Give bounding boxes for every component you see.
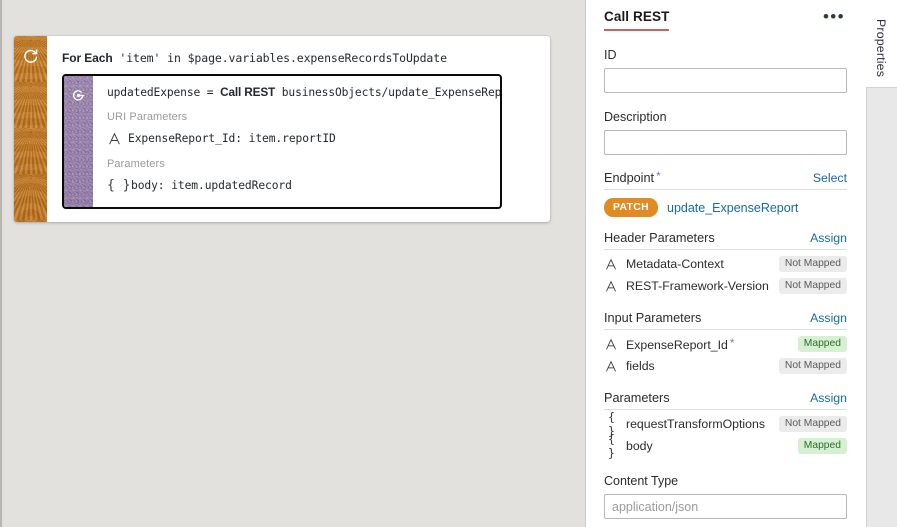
header-parameters-section-header: Header Parameters Assign xyxy=(604,231,847,250)
endpoint-value-row: PATCH update_ExpenseReport xyxy=(604,198,847,217)
mapping-status-badge: Not Mapped xyxy=(778,357,847,375)
required-indicator: * xyxy=(656,169,661,183)
properties-panel: Call REST ••• ID Description Endpoint * S… xyxy=(585,0,865,527)
for-each-title: For Each 'item' in $page.variables.expen… xyxy=(62,51,447,65)
string-type-icon xyxy=(107,132,121,146)
call-rest-endpoint-path: businessObjects/update_ExpenseReport xyxy=(275,86,502,99)
parameters-section-header: Parameters Assign xyxy=(604,391,847,410)
call-rest-result-variable: updatedExpense = xyxy=(107,86,221,99)
call-rest-body: updatedExpense = Call REST businessObjec… xyxy=(93,76,502,207)
id-input[interactable] xyxy=(604,68,847,93)
properties-header: Call REST ••• xyxy=(604,0,847,31)
string-type-icon xyxy=(604,360,618,373)
call-rest-headline: updatedExpense = Call REST businessObjec… xyxy=(107,85,502,99)
mapping-status-badge: Not Mapped xyxy=(778,255,847,273)
assign-input-parameters-button[interactable]: Assign xyxy=(810,311,847,325)
select-endpoint-button[interactable]: Select xyxy=(813,171,847,185)
header-parameters-list: Metadata-Context Not Mapped REST-Framewo… xyxy=(604,253,847,297)
parameter-name: fields xyxy=(626,359,655,373)
assign-header-parameters-button[interactable]: Assign xyxy=(810,231,847,245)
parameters-label: Parameters xyxy=(604,391,670,405)
loop-icon xyxy=(14,44,47,66)
required-indicator: * xyxy=(729,336,735,350)
parameter-name: Metadata-Context xyxy=(626,257,724,271)
for-each-action-card[interactable]: For Each 'item' in $page.variables.expen… xyxy=(14,36,550,222)
parameter-row[interactable]: REST-Framework-Version Not Mapped xyxy=(604,275,847,297)
endpoint-name-link[interactable]: update_ExpenseReport xyxy=(667,201,798,215)
string-type-icon xyxy=(604,338,618,351)
tab-call-rest[interactable]: Call REST xyxy=(604,9,670,31)
parameters-list: { } requestTransformOptions Not Mapped {… xyxy=(604,410,847,460)
for-each-expression: 'item' in $page.variables.expenseRecords… xyxy=(112,51,447,65)
parameter-row[interactable]: ExpenseReport_Id * Mapped xyxy=(604,333,847,355)
call-rest-accent-stripe xyxy=(64,76,93,207)
string-type-icon xyxy=(604,258,618,271)
endpoint-label: Endpoint * xyxy=(604,169,661,185)
description-field-label: Description xyxy=(604,110,667,124)
input-parameters-section-header: Input Parameters Assign xyxy=(604,311,847,330)
action-chain-editor: For Each 'item' in $page.variables.expen… xyxy=(0,0,897,527)
action-chain-canvas[interactable]: For Each 'item' in $page.variables.expen… xyxy=(0,0,585,527)
parameter-name: ExpenseReport_Id * xyxy=(626,336,735,352)
parameter-name: REST-Framework-Version xyxy=(626,279,769,293)
tab-properties[interactable]: Properties xyxy=(865,8,897,88)
id-field-label: ID xyxy=(604,48,617,62)
canvas-uri-param-text: ExpenseReport_Id: item.reportID xyxy=(128,132,336,146)
parameter-row[interactable]: { } body Mapped xyxy=(604,432,847,460)
parameter-name: requestTransformOptions xyxy=(626,417,765,431)
string-type-icon xyxy=(604,280,618,293)
mapping-status-badge: Mapped xyxy=(797,335,847,353)
call-rest-icon xyxy=(64,88,93,103)
for-each-keyword: For Each xyxy=(62,51,113,65)
overflow-menu-icon[interactable]: ••• xyxy=(815,8,847,29)
uri-parameters-label: URI Parameters xyxy=(107,110,188,123)
mapping-status-badge: Not Mapped xyxy=(778,277,847,295)
object-type-icon: { } xyxy=(107,177,131,193)
assign-parameters-button[interactable]: Assign xyxy=(810,391,847,405)
canvas-body-param-row: { } body: item.updatedRecord xyxy=(107,177,500,193)
call-rest-keyword: Call REST xyxy=(220,85,276,99)
right-rail: Properties xyxy=(865,0,897,527)
parameter-row[interactable]: Metadata-Context Not Mapped xyxy=(604,253,847,275)
endpoint-section-header: Endpoint * Select xyxy=(604,169,847,190)
description-input[interactable] xyxy=(604,130,847,155)
content-type-input[interactable] xyxy=(604,494,847,519)
object-type-icon: { } xyxy=(608,432,615,460)
parameter-row[interactable]: { } requestTransformOptions Not Mapped xyxy=(604,410,847,438)
call-rest-action-card[interactable]: updatedExpense = Call REST businessObjec… xyxy=(62,74,502,209)
for-each-body: For Each 'item' in $page.variables.expen… xyxy=(47,36,550,222)
rail-collapsed-panel xyxy=(866,87,897,527)
parameters-label: Parameters xyxy=(107,157,165,170)
header-parameters-label: Header Parameters xyxy=(604,231,715,245)
mapping-status-badge: Not Mapped xyxy=(778,415,847,433)
canvas-body-param-text: body: item.updatedRecord xyxy=(131,178,292,192)
input-parameters-label: Input Parameters xyxy=(604,311,702,325)
canvas-uri-param-row: ExpenseReport_Id: item.reportID xyxy=(107,132,500,146)
http-method-badge: PATCH xyxy=(604,198,658,217)
tab-properties-label: Properties xyxy=(874,18,888,78)
input-parameters-list: ExpenseReport_Id * Mapped fields Not Mapp… xyxy=(604,333,847,377)
mapping-status-badge: Mapped xyxy=(797,437,847,455)
for-each-accent-stripe xyxy=(14,36,47,222)
content-type-label: Content Type xyxy=(604,474,679,488)
parameter-name: body xyxy=(626,439,653,453)
parameter-row[interactable]: fields Not Mapped xyxy=(604,355,847,377)
